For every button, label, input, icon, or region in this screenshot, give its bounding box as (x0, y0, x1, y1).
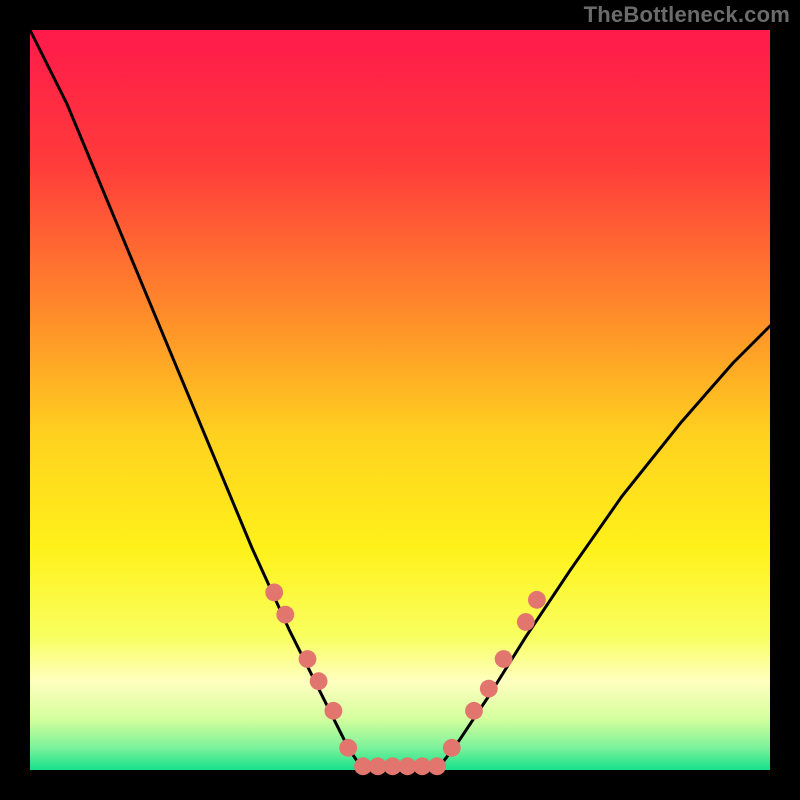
curve-marker (528, 591, 546, 609)
curve-marker (495, 650, 513, 668)
curve-marker (339, 739, 357, 757)
curve-marker (299, 650, 317, 668)
curve-marker (465, 702, 483, 720)
curve-marker (443, 739, 461, 757)
curve-marker (517, 613, 535, 631)
bottleneck-curve-chart (0, 0, 800, 800)
curve-marker (265, 584, 283, 602)
curve-marker (276, 606, 294, 624)
watermark-text: TheBottleneck.com (584, 2, 790, 28)
chart-stage: TheBottleneck.com (0, 0, 800, 800)
chart-gradient-bg (30, 30, 770, 770)
curve-marker (310, 672, 328, 690)
curve-marker (428, 757, 446, 775)
curve-marker (325, 702, 343, 720)
curve-marker (480, 680, 498, 698)
